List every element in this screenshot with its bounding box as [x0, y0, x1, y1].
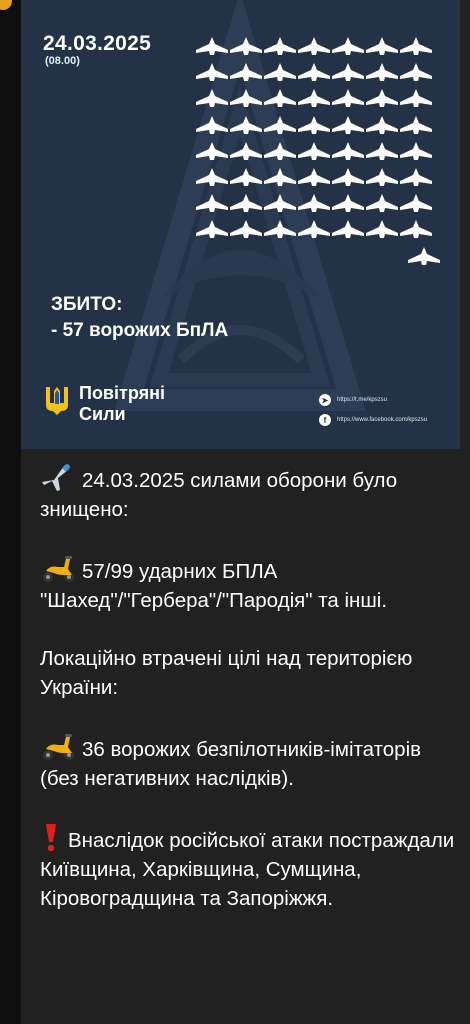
drone-icon [195, 88, 229, 108]
post-image[interactable]: 24.03.2025 (08.00) ЗБИТО: - 57 ворожих Б… [21, 0, 460, 449]
drone-row [195, 59, 445, 85]
facebook-icon: f [319, 414, 331, 426]
drone-icon [297, 88, 331, 108]
message-paragraph-4-text: 36 ворожих безпілотників-імітаторів (без… [40, 738, 427, 790]
message-paragraph-2-text: 57/99 ударних БПЛА "Шахед"/"Гербера"/"Па… [40, 560, 388, 612]
drone-icon [297, 141, 331, 161]
drone-row [195, 190, 445, 216]
avatar[interactable] [0, 0, 12, 10]
drone-icon [331, 88, 365, 108]
exclamation-icon [40, 822, 62, 852]
drone-icon [297, 62, 331, 82]
drone-row [195, 85, 445, 111]
drone-icon [365, 88, 399, 108]
drone-icon [195, 36, 229, 56]
drone-icon [365, 36, 399, 56]
message-paragraph-3: Локаційно втрачені цілі над територією У… [40, 644, 460, 702]
message-paragraph-3-text: Локаційно втрачені цілі над територією У… [40, 647, 419, 699]
brand-line-1: Повітряні [79, 383, 165, 403]
shot-down-value: - 57 ворожих БпЛА [51, 320, 229, 341]
drone-icon [297, 167, 331, 187]
drone-icon [331, 141, 365, 161]
drone-icon [229, 36, 263, 56]
drone-icon [263, 88, 297, 108]
drone-icon [399, 141, 433, 161]
drone-icon [263, 141, 297, 161]
telegram-icon: ➤ [319, 394, 331, 406]
drone-icon [297, 115, 331, 135]
image-date: 24.03.2025 [43, 32, 152, 55]
drone-icon [399, 36, 433, 56]
drone-icon [331, 219, 365, 239]
drone-icon [195, 219, 229, 239]
message-paragraph-1: 24.03.2025 силами оборони було знищено: [40, 462, 460, 524]
drone-icon [331, 167, 365, 187]
drone-icon [263, 167, 297, 187]
drone-icon [263, 36, 297, 56]
drone-icon [399, 88, 433, 108]
drone-icon [229, 167, 263, 187]
drone-icon [331, 36, 365, 56]
air-force-brand: Повітряні Сили [43, 383, 165, 425]
shot-down-label: ЗБИТО: [51, 294, 123, 315]
drone-row [195, 112, 445, 138]
drone-icon [195, 62, 229, 82]
drone-icon [297, 219, 331, 239]
drone-icon [365, 193, 399, 213]
drone-icon [229, 141, 263, 161]
airplane-icon [40, 462, 76, 492]
drone-icon [365, 141, 399, 161]
drone-icon [399, 193, 433, 213]
drone-icon [263, 115, 297, 135]
message-paragraph-5: Внаслідок російської атаки постраждали К… [40, 822, 460, 913]
drone-icon [229, 88, 263, 108]
drone-icon [263, 219, 297, 239]
drone-row [195, 243, 445, 269]
social-links: ➤ https://t.me/kpszsu f https://www.face… [319, 390, 427, 430]
drone-icon [407, 246, 441, 266]
drone-icon [365, 115, 399, 135]
message-paragraph-4: 36 ворожих безпілотників-імітаторів (без… [40, 731, 460, 793]
drone-icon [365, 219, 399, 239]
drone-row [195, 164, 445, 190]
drone-icon [365, 167, 399, 187]
message-paragraph-1-text: 24.03.2025 силами оборони було знищено: [40, 469, 403, 521]
telegram-link[interactable]: https://t.me/kpszsu [337, 397, 387, 403]
drone-icon [229, 115, 263, 135]
drone-icon [331, 115, 365, 135]
drone-icon [195, 115, 229, 135]
scooter-icon [40, 553, 76, 583]
message-paragraph-2: 57/99 ударних БПЛА "Шахед"/"Гербера"/"Па… [40, 553, 460, 615]
drone-icon [229, 219, 263, 239]
drone-icon [263, 193, 297, 213]
message-bubble: 24.03.2025 (08.00) ЗБИТО: - 57 ворожих Б… [21, 0, 470, 1024]
drone-row [195, 33, 445, 59]
drone-icon [365, 62, 399, 82]
message-paragraph-5-text: Внаслідок російської атаки постраждали К… [40, 829, 460, 910]
drone-icon [229, 193, 263, 213]
message-text: 24.03.2025 силами оборони було знищено: … [40, 462, 460, 942]
drone-icon [195, 193, 229, 213]
image-time: (08.00) [45, 55, 80, 67]
drone-icon [331, 193, 365, 213]
drone-icon [331, 62, 365, 82]
drone-icon [229, 62, 263, 82]
scooter-icon [40, 731, 76, 761]
drone-icon [263, 62, 297, 82]
trident-icon [46, 387, 68, 415]
drone-icon [195, 141, 229, 161]
drone-icon [195, 167, 229, 187]
facebook-link[interactable]: https://www.facebook.com/kpszsu [337, 417, 427, 423]
drone-icon [297, 36, 331, 56]
drone-row [195, 216, 445, 242]
brand-line-2: Сили [79, 404, 126, 424]
drone-row [195, 138, 445, 164]
drone-icon [399, 219, 433, 239]
drone-icon [399, 62, 433, 82]
drone-icon [399, 115, 433, 135]
drone-icon [399, 167, 433, 187]
drone-icon [297, 193, 331, 213]
drone-grid [195, 33, 445, 269]
